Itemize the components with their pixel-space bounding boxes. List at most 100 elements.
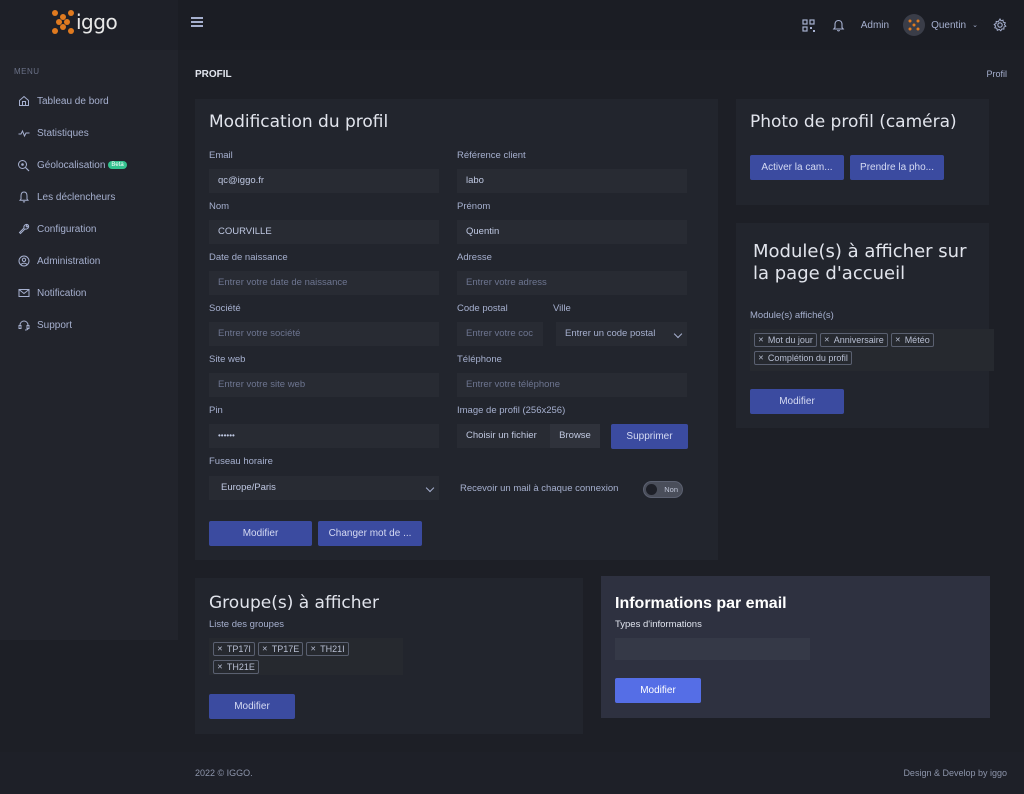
sidebar-item-statistics[interactable]: Statistiques bbox=[17, 125, 89, 141]
sidebar-item-label: Les déclencheurs bbox=[37, 191, 116, 203]
footer-copyright: 2022 © IGGO. bbox=[195, 768, 253, 778]
file-choose-label: Choisir un fichier bbox=[466, 430, 537, 441]
profile-form-card: Modification du profil Email qc@iggo.fr … bbox=[195, 99, 718, 560]
email-info-card: Informations par email Types d'informati… bbox=[601, 576, 990, 718]
sidebar-item-triggers[interactable]: Les déclencheurs bbox=[17, 189, 115, 205]
close-icon[interactable]: ✕ bbox=[758, 336, 764, 344]
pin-field[interactable]: •••••• bbox=[209, 424, 439, 448]
sidebar: MENU Tableau de bord Statistiques Géoloc… bbox=[0, 50, 178, 640]
avatar bbox=[903, 14, 926, 36]
headset-icon bbox=[17, 319, 30, 332]
activate-camera-button[interactable]: Activer la cam... bbox=[750, 155, 844, 180]
topbar: iggo Admin Quentin ⌄ bbox=[0, 0, 1024, 50]
tag-label: TH21I bbox=[320, 644, 345, 654]
adresse-field[interactable]: Entrer votre adress bbox=[457, 271, 687, 295]
module-tag[interactable]: ✕ Météo bbox=[890, 333, 934, 347]
menu-toggle-icon[interactable] bbox=[191, 17, 203, 29]
home-icon bbox=[17, 95, 30, 108]
image-label: Image de profil (256x256) bbox=[457, 405, 566, 416]
modules-tag-input[interactable]: ✕ Mot du jour ✕ Anniversaire ✕ Météo ✕ Compl… bbox=[750, 329, 994, 371]
gear-icon[interactable] bbox=[992, 17, 1008, 33]
ville-label: Ville bbox=[553, 303, 571, 314]
modules-label: Module(s) affiché(s) bbox=[750, 310, 834, 321]
card-title-line-1: Module(s) à afficher sur bbox=[753, 241, 967, 262]
groups-tag-input[interactable]: ✕ TP17I ✕ TP17E ✕ TH21I ✕ TH21E bbox=[209, 638, 403, 675]
sidebar-item-dashboard[interactable]: Tableau de bord bbox=[17, 93, 109, 109]
group-tag[interactable]: ✕ TP17E bbox=[257, 642, 304, 656]
close-icon[interactable]: ✕ bbox=[262, 645, 268, 653]
mail-connection-toggle[interactable]: Non bbox=[643, 481, 683, 498]
site-web-field[interactable]: Entrer votre site web bbox=[209, 373, 439, 397]
breadcrumb[interactable]: Profil bbox=[986, 69, 1007, 79]
groups-card: Groupe(s) à afficher Liste des groupes ✕… bbox=[195, 578, 583, 734]
sidebar-item-support[interactable]: Support bbox=[17, 317, 72, 333]
qr-code-icon[interactable] bbox=[801, 17, 817, 33]
module-tag[interactable]: ✕ Anniversaire bbox=[819, 333, 888, 347]
bell-icon[interactable] bbox=[831, 17, 847, 33]
sidebar-item-geolocation[interactable]: Géolocalisation Beta bbox=[17, 157, 127, 173]
email-field[interactable]: qc@iggo.fr bbox=[209, 169, 439, 193]
submit-email-info-button[interactable]: Modifier bbox=[615, 678, 701, 703]
browse-button[interactable]: Browse bbox=[550, 424, 600, 448]
close-icon[interactable]: ✕ bbox=[217, 645, 223, 653]
sidebar-item-configuration[interactable]: Configuration bbox=[17, 221, 96, 237]
module-tag[interactable]: ✕ Mot du jour bbox=[754, 333, 817, 347]
group-tag[interactable]: ✕ TH21E bbox=[213, 660, 259, 674]
take-photo-button[interactable]: Prendre la pho... bbox=[850, 155, 944, 180]
card-title: Modification du profil bbox=[209, 112, 389, 132]
activity-icon bbox=[17, 127, 30, 140]
brand-logo[interactable]: iggo bbox=[52, 10, 118, 34]
group-tag[interactable]: ✕ TH21I bbox=[306, 642, 349, 656]
submit-profile-button[interactable]: Modifier bbox=[209, 521, 312, 546]
logo-text: iggo bbox=[76, 10, 118, 34]
beta-badge: Beta bbox=[108, 161, 127, 169]
user-menu[interactable]: Quentin ⌄ bbox=[903, 14, 978, 36]
birth-date-field[interactable]: Entrer votre date de naissance bbox=[209, 271, 439, 295]
submit-groups-button[interactable]: Modifier bbox=[209, 694, 295, 719]
sidebar-item-label: Tableau de bord bbox=[37, 95, 109, 107]
group-tag[interactable]: ✕ TP17I bbox=[213, 642, 255, 656]
code-postal-field[interactable]: Entrer votre coc bbox=[457, 322, 543, 346]
tag-label: TP17E bbox=[271, 644, 300, 654]
logo-area: iggo bbox=[0, 0, 178, 50]
modules-card: Module(s) à afficher sur la page d'accue… bbox=[736, 223, 994, 428]
admin-link[interactable]: Admin bbox=[861, 20, 889, 31]
logo-mark-icon bbox=[52, 10, 74, 34]
info-types-input[interactable] bbox=[615, 638, 810, 660]
bell-icon bbox=[17, 191, 30, 204]
card-title-line-2: la page d'accueil bbox=[753, 263, 906, 284]
societe-field[interactable]: Entrer votre société bbox=[209, 322, 439, 346]
prenom-field[interactable]: Quentin bbox=[457, 220, 687, 244]
tag-label: Complétion du profil bbox=[767, 353, 848, 363]
toggle-state-label: Non bbox=[664, 485, 678, 494]
delete-image-button[interactable]: Supprimer bbox=[611, 424, 688, 449]
pin-label: Pin bbox=[209, 405, 223, 416]
telephone-field[interactable]: Entrer votre téléphone bbox=[457, 373, 687, 397]
close-icon[interactable]: ✕ bbox=[895, 336, 901, 344]
submit-modules-button[interactable]: Modifier bbox=[750, 389, 844, 414]
sidebar-item-notification[interactable]: Notification bbox=[17, 285, 86, 301]
card-title: Module(s) à afficher sur la page d'accue… bbox=[753, 241, 966, 285]
wrench-icon bbox=[17, 223, 30, 236]
reference-field[interactable]: labo bbox=[457, 169, 687, 193]
nom-field[interactable]: COURVILLE bbox=[209, 220, 439, 244]
user-name: Quentin bbox=[931, 19, 967, 31]
sidebar-item-label: Statistiques bbox=[37, 127, 89, 139]
sidebar-item-administration[interactable]: Administration bbox=[17, 253, 100, 269]
code-postal-label: Code postal bbox=[457, 303, 508, 314]
groups-label: Liste des groupes bbox=[209, 619, 284, 630]
birth-label: Date de naissance bbox=[209, 252, 288, 263]
close-icon[interactable]: ✕ bbox=[217, 663, 223, 671]
change-password-button[interactable]: Changer mot de ... bbox=[318, 521, 422, 546]
footer: 2022 © IGGO. Design & Develop by iggo bbox=[0, 752, 1024, 794]
ville-select[interactable]: Entrer un code postal bbox=[556, 322, 687, 346]
tag-label: TP17I bbox=[226, 644, 251, 654]
timezone-select[interactable]: Europe/Paris bbox=[209, 476, 439, 500]
close-icon[interactable]: ✕ bbox=[310, 645, 316, 653]
close-icon[interactable]: ✕ bbox=[758, 354, 764, 362]
module-tag[interactable]: ✕ Complétion du profil bbox=[754, 351, 852, 365]
sidebar-item-label: Configuration bbox=[37, 223, 97, 235]
close-icon[interactable]: ✕ bbox=[824, 336, 830, 344]
ville-select-value: Entrer un code postal bbox=[565, 328, 656, 339]
menu-title: MENU bbox=[14, 67, 40, 76]
